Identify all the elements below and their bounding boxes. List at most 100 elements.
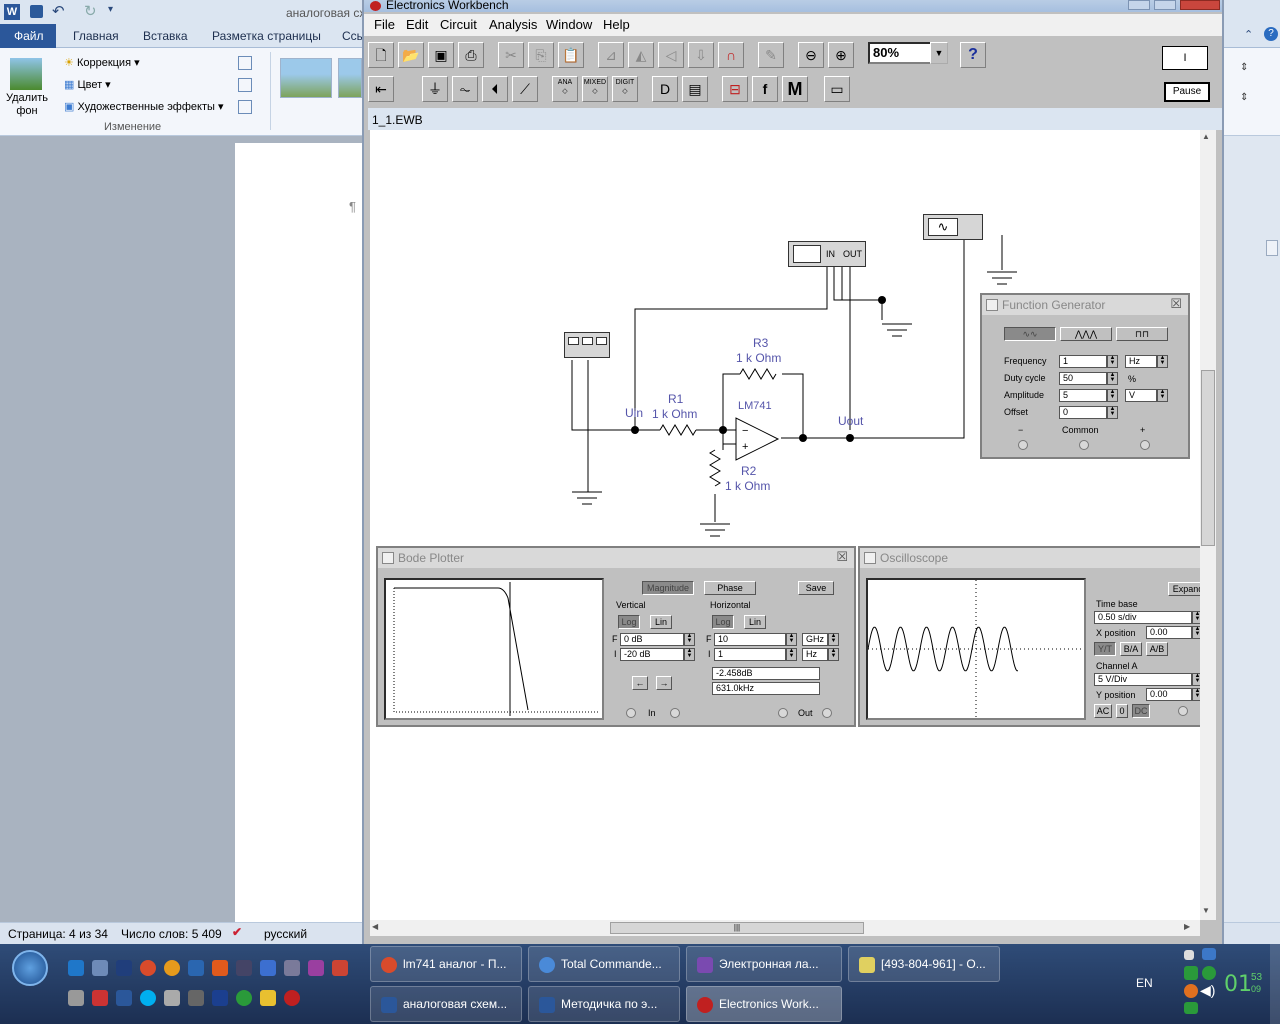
app-icon[interactable]	[284, 960, 300, 976]
tab-insert[interactable]: Вставка	[143, 29, 188, 43]
tab-home[interactable]: Главная	[73, 29, 119, 43]
horizontal-initial-unit[interactable]: Hz	[802, 648, 828, 661]
app-icon[interactable]	[260, 960, 276, 976]
app-icon[interactable]	[92, 960, 108, 976]
parts-diodes-icon[interactable]: ⏴	[482, 76, 508, 102]
document-tab[interactable]: 1_1.EWB	[368, 108, 1222, 130]
in-plus-terminal[interactable]	[670, 708, 680, 718]
horizontal-final-unit-spinner[interactable]: ▲ ▼	[828, 633, 839, 646]
task-ewb[interactable]: Electronics Work...	[686, 986, 842, 1022]
app-icon[interactable]	[68, 990, 84, 1006]
reset-picture-icon[interactable]	[238, 100, 252, 114]
task-total-commander[interactable]: Total Commande...	[528, 946, 680, 982]
out-minus-terminal[interactable]	[778, 708, 788, 718]
ie-icon[interactable]	[68, 960, 84, 976]
menu-analysis[interactable]: Analysis	[489, 17, 537, 32]
picture-style-thumbnail[interactable]	[338, 58, 362, 98]
customize-qat-icon[interactable]: ▾	[108, 4, 113, 15]
phase-button[interactable]: Phase	[704, 581, 756, 595]
zoom-in-icon[interactable]: ⊕	[828, 42, 854, 68]
frequency-spinner[interactable]: ▲ ▼	[1107, 355, 1118, 368]
tray-app-icon[interactable]	[1184, 1002, 1198, 1014]
in-minus-terminal[interactable]	[626, 708, 636, 718]
open-file-icon[interactable]: 📂	[398, 42, 424, 68]
menu-circuit[interactable]: Circuit	[440, 17, 477, 32]
resistor-r3[interactable]	[739, 368, 777, 380]
vertical-initial-field[interactable]: -20 dB	[620, 648, 684, 661]
bode-plotter-device[interactable]: IN OUT	[788, 241, 866, 267]
app-icon[interactable]	[308, 960, 324, 976]
pause-button[interactable]: Pause	[1164, 82, 1210, 102]
duty-cycle-field[interactable]: 50	[1059, 372, 1107, 385]
close-icon[interactable]: ☒	[1170, 296, 1182, 312]
cursor-right-button[interactable]: →	[656, 676, 672, 690]
status-language[interactable]: русский	[264, 927, 307, 941]
save-icon[interactable]: ▣	[428, 42, 454, 68]
chrome-icon[interactable]	[140, 960, 156, 976]
skype-icon[interactable]	[140, 990, 156, 1006]
ba-mode-button[interactable]: B/A	[1120, 642, 1142, 656]
amplitude-unit-spinner[interactable]: ▲ ▼	[1157, 389, 1168, 402]
dc-coupling-button[interactable]: DC	[1132, 704, 1150, 718]
copy-icon[interactable]: ⎘	[528, 42, 554, 68]
word-vertical-scrollbar[interactable]	[1222, 136, 1280, 922]
app-icon[interactable]	[116, 960, 132, 976]
component-properties-icon[interactable]: ✎	[758, 42, 784, 68]
7zip-icon[interactable]	[260, 990, 276, 1006]
oscilloscope-screen[interactable]	[866, 578, 1086, 720]
resistor-r2[interactable]	[709, 449, 721, 487]
duty-cycle-spinner[interactable]: ▲ ▼	[1107, 372, 1118, 385]
y-position-field[interactable]: 0.00	[1146, 688, 1192, 701]
app-icon[interactable]	[212, 960, 228, 976]
horizontal-final-field[interactable]: 10	[714, 633, 786, 646]
subcircuit-icon[interactable]: ⇩	[688, 42, 714, 68]
vertical-initial-spinner[interactable]: ▲ ▼	[684, 648, 695, 661]
app-icon[interactable]	[164, 960, 180, 976]
ribbon-collapse-icon[interactable]: ⌃	[1244, 28, 1253, 41]
help-icon[interactable]: ?	[1264, 27, 1278, 41]
out-plus-terminal[interactable]	[822, 708, 832, 718]
parts-bin-favorites-icon[interactable]: ⇤	[368, 76, 394, 102]
circuit-canvas[interactable]: − + R3 1 k Ohm R1 1 k Ohm R2 1 k Ohm LM7…	[370, 130, 1208, 920]
ab-mode-button[interactable]: A/B	[1146, 642, 1168, 656]
offset-field[interactable]: 0	[1059, 406, 1107, 419]
close-icon[interactable]: ☒	[836, 549, 848, 565]
graph-icon[interactable]: ∩	[718, 42, 744, 68]
minimize-button[interactable]	[1128, 0, 1150, 10]
menu-window[interactable]: Window	[546, 17, 592, 32]
horizontal-initial-unit-spinner[interactable]: ▲ ▼	[828, 648, 839, 661]
change-picture-icon[interactable]	[238, 78, 252, 92]
panel-checkbox[interactable]	[864, 552, 876, 564]
wire-fg[interactable]	[964, 234, 1003, 270]
flip-horizontal-icon[interactable]: ◭	[628, 42, 654, 68]
scroll-left-icon[interactable]: ◀	[372, 922, 378, 931]
clock-hours[interactable]: 01	[1224, 972, 1252, 997]
artistic-effects-button[interactable]: ▣ Художественные эффекты ▾	[64, 100, 223, 113]
parts-basic-icon[interactable]: ⏦	[452, 76, 478, 102]
parts-controls-icon[interactable]: f	[752, 76, 778, 102]
menu-file[interactable]: File	[374, 17, 395, 32]
common-terminal[interactable]	[1079, 440, 1089, 450]
status-word-count[interactable]: Число слов: 5 409	[121, 927, 222, 941]
scroll-up-icon[interactable]: ▲	[1202, 132, 1210, 141]
spellcheck-icon[interactable]: ✔	[232, 925, 242, 939]
remove-background-icon[interactable]	[10, 58, 42, 90]
parts-digital-ics-icon[interactable]: DIGIT ◇	[612, 76, 638, 102]
x-position-field[interactable]: 0.00	[1146, 626, 1192, 639]
ewb-icon[interactable]	[284, 990, 300, 1006]
cursor-left-button[interactable]: ←	[632, 676, 648, 690]
app-icon[interactable]	[164, 990, 180, 1006]
tray-app-icon[interactable]	[1184, 984, 1198, 998]
maximize-button[interactable]	[1154, 0, 1176, 10]
parts-analog-ics-icon[interactable]: ANA ◇	[552, 76, 578, 102]
language-indicator[interactable]: EN	[1136, 976, 1153, 990]
redo-icon[interactable]: ↻	[84, 2, 97, 20]
tray-arrow-icon[interactable]	[1184, 950, 1194, 960]
parts-mixed-ics-icon[interactable]: MIXED ◇	[582, 76, 608, 102]
wire-bode-in[interactable]	[634, 255, 828, 430]
spinner-icon[interactable]: ⇕	[1240, 62, 1248, 73]
compress-icon[interactable]	[238, 56, 252, 70]
app-icon[interactable]	[188, 990, 204, 1006]
show-desktop-button[interactable]	[1270, 944, 1280, 1024]
app-icon[interactable]	[332, 960, 348, 976]
